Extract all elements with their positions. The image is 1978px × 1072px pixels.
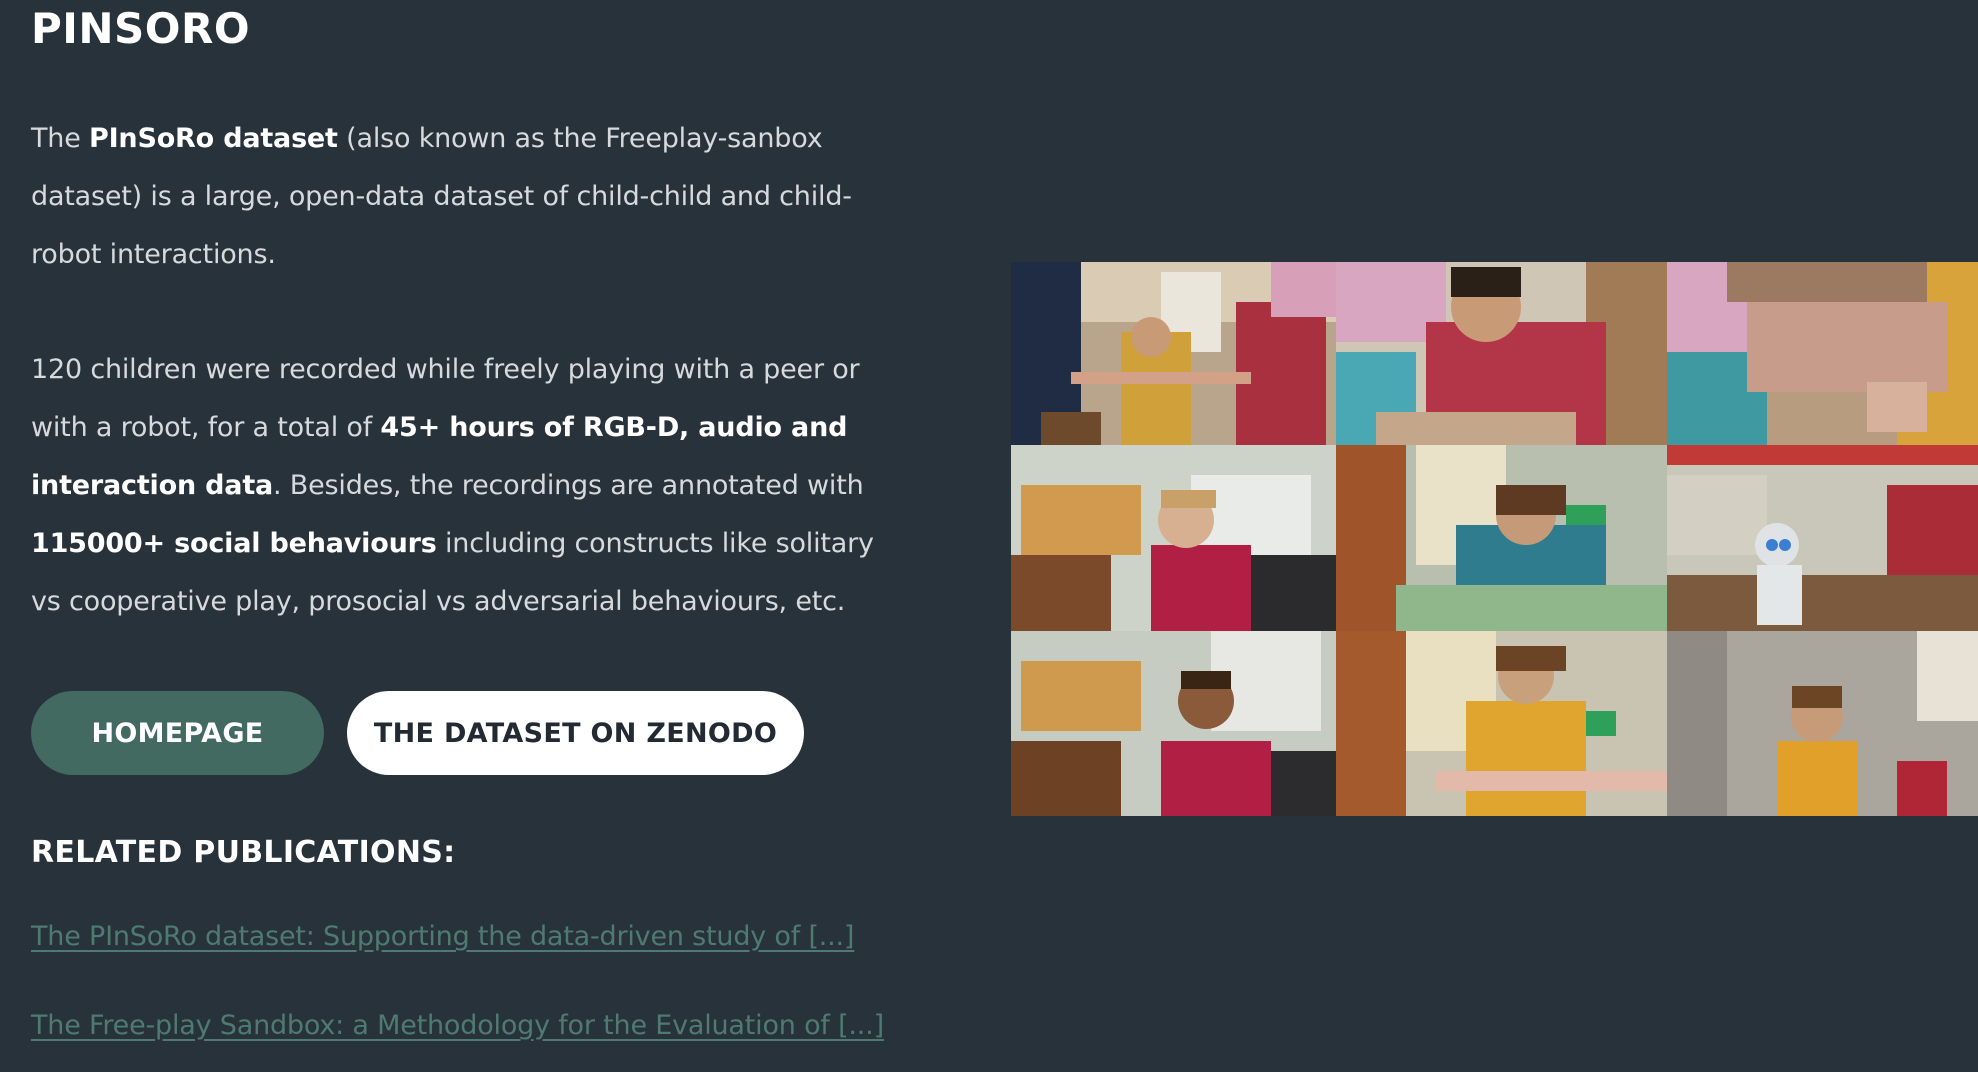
details-paragraph: 120 children were recorded while freely … [31, 341, 911, 631]
page-title: PINSORO [31, 4, 251, 53]
video-frame-7 [1011, 631, 1336, 816]
details-bold-behaviours: 115000+ social behaviours [31, 528, 437, 559]
publication-link-freeplay-sandbox[interactable]: The Free-play Sandbox: a Methodology for… [31, 1010, 884, 1041]
video-frame-5 [1336, 445, 1667, 631]
video-frame-2 [1336, 262, 1667, 445]
intro-text: The [31, 123, 89, 154]
intro-bold-dataset-name: PInSoRo dataset [89, 123, 338, 154]
video-frame-4 [1011, 445, 1336, 631]
details-text: . Besides, the recordings are annotated … [273, 470, 864, 501]
video-frame-6 [1667, 445, 1978, 631]
video-frame-9 [1667, 631, 1978, 816]
video-frame-8 [1336, 631, 1667, 816]
publication-link-pinsoro-dataset[interactable]: The PInSoRo dataset: Supporting the data… [31, 921, 854, 952]
video-frame-1 [1011, 262, 1336, 445]
zenodo-dataset-button[interactable]: THE DATASET ON ZENODO [347, 691, 804, 775]
intro-paragraph: The PInSoRo dataset (also known as the F… [31, 110, 891, 284]
homepage-button[interactable]: HOMEPAGE [31, 691, 324, 775]
related-publications-heading: RELATED PUBLICATIONS: [31, 835, 456, 870]
dataset-video-grid [1011, 262, 1978, 816]
video-frame-3 [1667, 262, 1978, 445]
